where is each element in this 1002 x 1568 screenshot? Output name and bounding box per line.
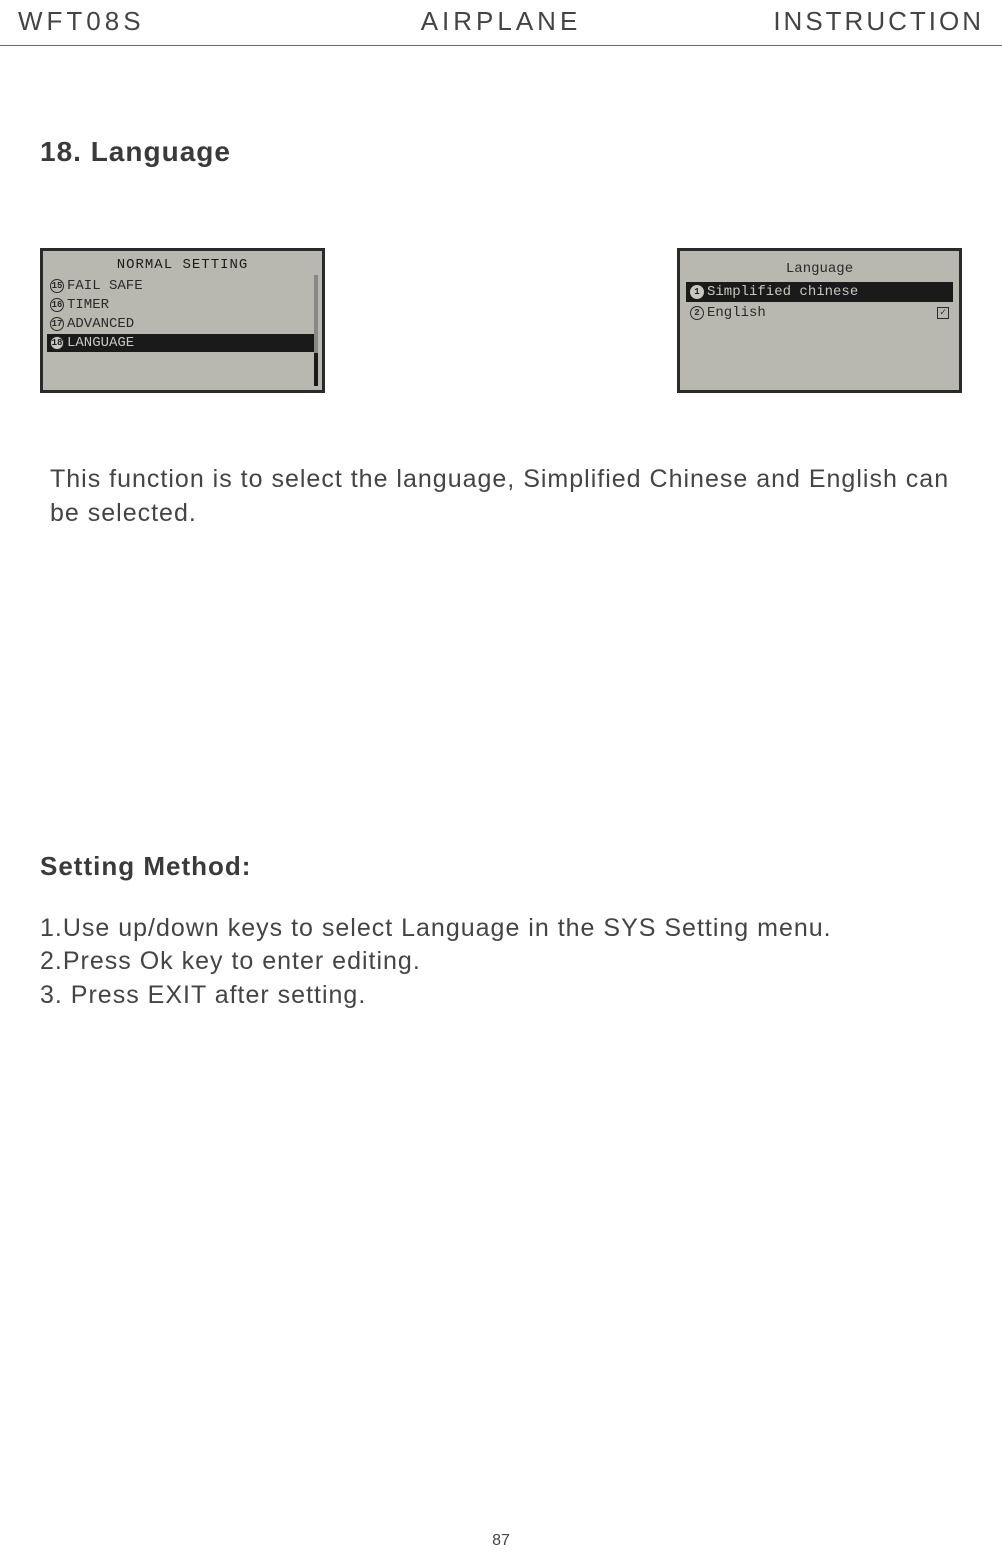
- menu-item-number: 17: [50, 317, 64, 331]
- lcd-language-item-simplified-chinese: 1 Simplified chinese: [686, 282, 953, 302]
- lcd-menu-item-advanced: 17 ADVANCED: [47, 315, 318, 333]
- setting-steps: 1.Use up/down keys to select Language in…: [40, 912, 1002, 1013]
- menu-item-label: English: [707, 305, 766, 321]
- menu-item-label: FAIL SAFE: [67, 278, 143, 294]
- menu-item-number: 16: [50, 298, 64, 312]
- step-3: 3. Press EXIT after setting.: [40, 979, 1002, 1013]
- lcd-screen-language: Language 1 Simplified chinese 2 English …: [677, 248, 962, 393]
- lcd-language-item-english: 2 English ✓: [686, 303, 953, 323]
- lcd-menu-item-fail-safe: 15 FAIL SAFE: [47, 277, 318, 295]
- step-2: 2.Press Ok key to enter editing.: [40, 945, 1002, 979]
- lcd-menu-item-language: 18 LANGUAGE: [47, 334, 318, 352]
- page-header: WFT08S AIRPLANE INSTRUCTION: [0, 0, 1002, 46]
- menu-item-label: LANGUAGE: [67, 335, 134, 351]
- step-1: 1.Use up/down keys to select Language in…: [40, 912, 1002, 946]
- menu-item-number: 1: [690, 285, 704, 299]
- lcd-scroll-handle: [314, 353, 318, 386]
- page-number: 87: [492, 1532, 510, 1550]
- menu-item-number: 2: [690, 306, 704, 320]
- header-mode: AIRPLANE: [421, 6, 582, 37]
- section-title: 18. Language: [40, 136, 1002, 168]
- lcd-screenshots-row: NORMAL SETTING 15 FAIL SAFE 16 TIMER 17 …: [40, 248, 962, 393]
- menu-item-number: 18: [50, 336, 64, 350]
- checkmark-icon: ✓: [937, 307, 949, 319]
- header-model: WFT08S: [18, 6, 145, 37]
- lcd-menu-item-timer: 16 TIMER: [47, 296, 318, 314]
- lcd-title: Language: [680, 261, 959, 281]
- menu-item-label: ADVANCED: [67, 316, 134, 332]
- function-description: This function is to select the language,…: [50, 463, 952, 531]
- lcd-title: NORMAL SETTING: [43, 257, 322, 276]
- header-doc-type: INSTRUCTION: [773, 6, 984, 37]
- lcd-screen-normal-setting: NORMAL SETTING 15 FAIL SAFE 16 TIMER 17 …: [40, 248, 325, 393]
- setting-method-heading: Setting Method:: [40, 851, 1002, 882]
- menu-item-label: TIMER: [67, 297, 109, 313]
- lcd-scrollbar: [314, 275, 318, 386]
- menu-item-label: Simplified chinese: [707, 284, 858, 300]
- menu-item-number: 15: [50, 279, 64, 293]
